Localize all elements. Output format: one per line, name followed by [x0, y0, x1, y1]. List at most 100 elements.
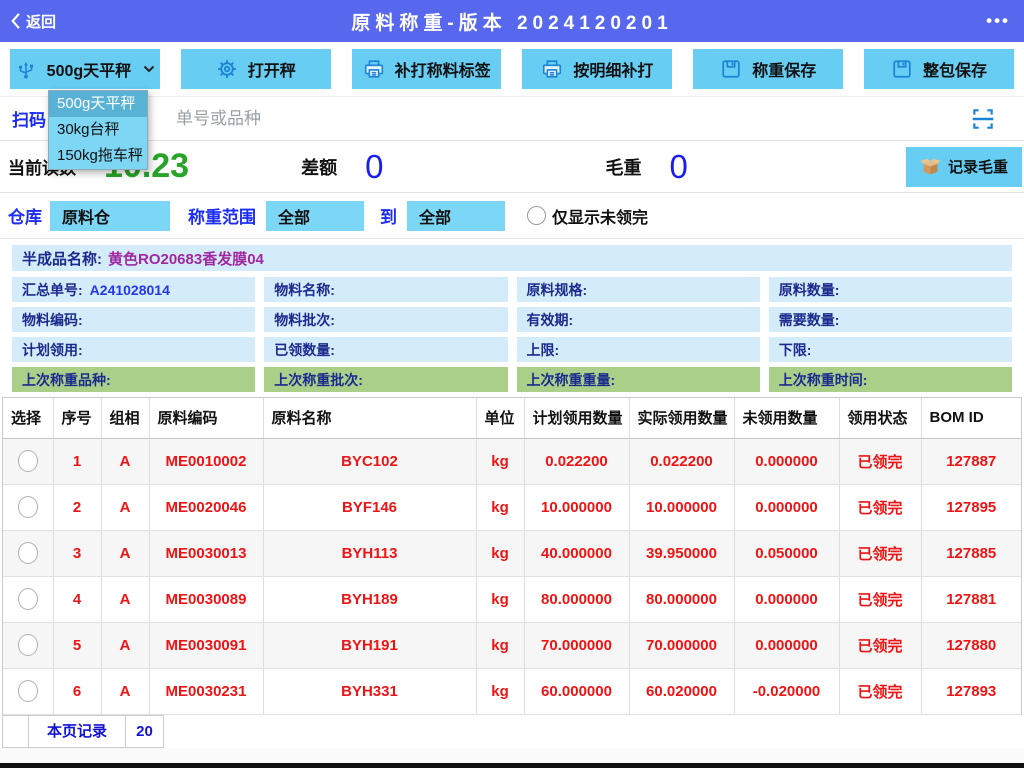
table-cell: 10.000000 [629, 484, 734, 530]
toolbar-button-label: 打开秤 [248, 57, 296, 81]
scale-select-button[interactable]: 500g天平秤 [10, 49, 160, 89]
select-cell [3, 484, 53, 530]
app-header: 返回 原料称重-版本 2024120201 ••• [0, 0, 1024, 42]
table-cell: 已领完 [839, 576, 921, 622]
table-cell: 已领完 [839, 668, 921, 714]
warehouse-select[interactable]: 原料仓 [50, 201, 170, 231]
semi-product-row: 半成品名称: 黄色RO20683香发膜04 [12, 245, 1012, 271]
back-label: 返回 [26, 11, 56, 32]
materials-table: 选择序号组相原料编码原料名称单位计划领用数量实际领用数量未领用数量领用状态BOM… [2, 397, 1022, 715]
table-cell: 1 [53, 438, 101, 484]
table-cell: kg [476, 576, 524, 622]
info-row-1: 汇总单号: A241028014 物料名称:原料规格:原料数量: [12, 277, 1012, 302]
select-cell [3, 576, 53, 622]
table-header-row: 选择序号组相原料编码原料名称单位计划领用数量实际领用数量未领用数量领用状态BOM… [3, 398, 1021, 438]
table-cell: 127880 [921, 622, 1021, 668]
info-field-cell: 下限: [769, 337, 1012, 362]
summary-order-cell: 汇总单号: A241028014 [12, 277, 255, 302]
select-cell [3, 438, 53, 484]
column-header: 计划领用数量 [524, 398, 629, 438]
chevron-left-icon [10, 12, 21, 30]
table-cell: 127881 [921, 576, 1021, 622]
toolbar: 500g天平秤 打开秤 补打称料标签按明细补打称重保存整包保存 [0, 42, 1024, 96]
table-cell: 70.000000 [629, 622, 734, 668]
table-cell: 127893 [921, 668, 1021, 714]
floppy-icon [891, 58, 913, 80]
toolbar-button-printer-1[interactable]: 补打称料标签 [352, 49, 502, 89]
info-field-cell: 需要数量: [769, 307, 1012, 332]
column-header: 序号 [53, 398, 101, 438]
info-panel: 半成品名称: 黄色RO20683香发膜04 汇总单号: A241028014 物… [0, 238, 1024, 397]
table-row: 3AME0030013BYH113kg40.00000039.9500000.0… [3, 530, 1021, 576]
footer-spacer-cell [2, 715, 28, 748]
scan-input[interactable] [46, 109, 970, 129]
info-row-2: 物料编码:物料批次:有效期:需要数量: [12, 307, 1012, 332]
table-cell: 6 [53, 668, 101, 714]
warehouse-label: 仓库 [8, 203, 42, 228]
scale-option-2[interactable]: 150kg拖车秤 [49, 143, 147, 169]
info-row-4: 上次称重品种:上次称重批次:上次称重重量:上次称重时间: [12, 367, 1012, 392]
gross-weight-label: 毛重 [605, 154, 641, 180]
toolbar-button-gear-0[interactable]: 打开秤 [181, 49, 331, 89]
qr-scan-icon[interactable] [970, 106, 996, 132]
range-to-select[interactable]: 全部 [407, 201, 505, 231]
table-cell: ME0010002 [149, 438, 263, 484]
table-cell: A [101, 576, 149, 622]
row-select-radio[interactable] [18, 634, 38, 656]
table-cell: kg [476, 484, 524, 530]
table-cell: BYH113 [263, 530, 476, 576]
scale-option-1[interactable]: 30kg台秤 [49, 117, 147, 143]
more-menu-icon[interactable]: ••• [986, 11, 1024, 31]
filter-row: 仓库 原料仓 称重范围 全部 到 全部 仅显示未领完 [0, 193, 1024, 238]
column-header: 单位 [476, 398, 524, 438]
info-field-cell: 上限: [517, 337, 760, 362]
column-header: 领用状态 [839, 398, 921, 438]
table-row: 2AME0020046BYF146kg10.00000010.0000000.0… [3, 484, 1021, 530]
table-row: 4AME0030089BYH189kg80.00000080.0000000.0… [3, 576, 1021, 622]
row-select-radio[interactable] [18, 588, 38, 610]
table-cell: 4 [53, 576, 101, 622]
difference-value: 0 [365, 148, 383, 186]
toolbar-button-floppy-4[interactable]: 整包保存 [864, 49, 1014, 89]
app-root: 返回 原料称重-版本 2024120201 ••• 500g天平秤 [0, 0, 1024, 768]
row-select-radio[interactable] [18, 542, 38, 564]
table-cell: 39.950000 [629, 530, 734, 576]
row-select-radio[interactable] [18, 496, 38, 518]
column-header: 原料编码 [149, 398, 263, 438]
info-field-cell: 上次称重时间: [769, 367, 1012, 392]
scale-option-0[interactable]: 500g天平秤 [49, 91, 147, 117]
table-cell: 0.022200 [524, 438, 629, 484]
show-unfinished-radio[interactable]: 仅显示未领完 [527, 204, 648, 228]
table-cell: kg [476, 668, 524, 714]
table-cell: BYH189 [263, 576, 476, 622]
page-records-label: 本页记录 [28, 715, 126, 748]
column-header: BOM ID [921, 398, 1021, 438]
usb-icon [15, 58, 37, 80]
difference-label: 差额 [301, 154, 337, 180]
table-cell: 127895 [921, 484, 1021, 530]
table-cell: 70.000000 [524, 622, 629, 668]
table-cell: 2 [53, 484, 101, 530]
info-field-cell: 已领数量: [264, 337, 507, 362]
table-cell: A [101, 530, 149, 576]
row-select-radio[interactable] [18, 450, 38, 472]
printer-icon [363, 58, 385, 80]
toolbar-button-floppy-3[interactable]: 称重保存 [693, 49, 843, 89]
table-cell: A [101, 484, 149, 530]
info-field-cell: 有效期: [517, 307, 760, 332]
table-cell: A [101, 622, 149, 668]
record-gross-button[interactable]: 记录毛重 [906, 147, 1022, 187]
toolbar-button-printer-2[interactable]: 按明细补打 [522, 49, 672, 89]
column-header: 未领用数量 [734, 398, 839, 438]
page-title: 原料称重-版本 2024120201 [0, 8, 1024, 35]
range-from-select[interactable]: 全部 [266, 201, 364, 231]
printer-icon [541, 58, 563, 80]
reading-row: 当前读数 10.23 差额 0 毛重 0 记录毛重 [0, 141, 1024, 193]
table-cell: 10.000000 [524, 484, 629, 530]
back-button[interactable]: 返回 [0, 11, 56, 32]
info-field-cell: 物料批次: [264, 307, 507, 332]
row-select-radio[interactable] [18, 680, 38, 702]
gross-weight-value: 0 [669, 148, 687, 186]
table-cell: kg [476, 438, 524, 484]
table-cell: ME0030231 [149, 668, 263, 714]
